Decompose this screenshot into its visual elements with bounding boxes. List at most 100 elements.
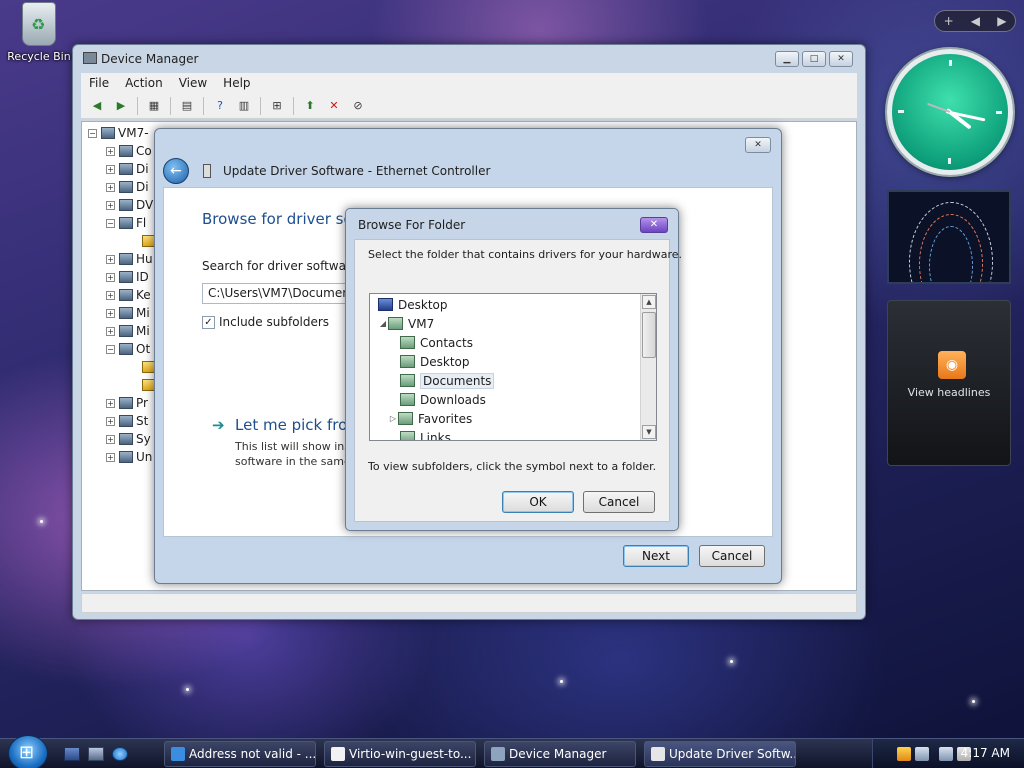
cancel-button[interactable]: Cancel: [583, 491, 655, 513]
menu-view[interactable]: View: [171, 76, 215, 90]
system-clock[interactable]: 4:17 AM: [961, 746, 1010, 760]
feed-label[interactable]: View headlines: [888, 386, 1010, 399]
sidebar-controls: + ◀ ▶: [934, 10, 1016, 32]
recycle-bin[interactable]: Recycle Bin: [6, 2, 72, 63]
feed-headlines-gadget[interactable]: ◉ View headlines: [887, 300, 1011, 466]
forward-arrow-icon[interactable]: ▶: [112, 98, 130, 114]
tree-item-documents[interactable]: Documents: [400, 371, 495, 390]
menu-help[interactable]: Help: [215, 76, 258, 90]
start-button[interactable]: [8, 735, 48, 768]
wizard-heading: Browse for driver sof: [202, 210, 358, 228]
tree-item-desktop[interactable]: Desktop: [378, 295, 448, 314]
tree-node-label: Fl: [136, 216, 147, 230]
tree-node[interactable]: + DV: [106, 196, 153, 214]
clock-gadget[interactable]: [887, 49, 1013, 175]
scroll-down-icon[interactable]: ▼: [642, 425, 656, 439]
expand-icon[interactable]: +: [106, 200, 115, 210]
network-icon[interactable]: [939, 747, 953, 761]
close-button[interactable]: ✕: [829, 51, 853, 67]
slideshow-gadget[interactable]: [887, 190, 1011, 284]
tree-node[interactable]: + Sy: [106, 430, 151, 448]
expand-icon[interactable]: +: [106, 434, 115, 444]
expand-icon[interactable]: +: [106, 290, 115, 300]
tree-node[interactable]: − Fl: [106, 214, 146, 232]
update-driver-icon[interactable]: ⬆: [301, 98, 319, 114]
tree-node[interactable]: + Pr: [106, 394, 148, 412]
tree-node-label: DV: [136, 198, 154, 212]
menu-file[interactable]: File: [81, 76, 117, 90]
titlebar[interactable]: Device Manager ▁ □ ✕: [73, 45, 865, 73]
show-hide-tree-icon[interactable]: ▦: [145, 98, 163, 114]
back-arrow-icon[interactable]: ◀: [88, 98, 106, 114]
scroll-up-icon[interactable]: ▲: [642, 295, 656, 309]
tree-node[interactable]: + Un: [106, 448, 152, 466]
expand-icon[interactable]: +: [106, 254, 115, 264]
tree-node-label: Di: [136, 180, 149, 194]
toolbar-separator: [203, 96, 204, 115]
pick-from-list-link[interactable]: Let me pick from: [235, 416, 362, 434]
previous-icon[interactable]: ◀: [971, 14, 980, 28]
tree-node[interactable]: + Ke: [106, 286, 151, 304]
collapsed-arrow-icon[interactable]: ▷: [388, 414, 398, 423]
include-subfolders-checkbox[interactable]: ✓ Include subfolders: [202, 315, 329, 329]
tree-item-links[interactable]: Links: [400, 428, 451, 440]
properties-icon[interactable]: ▤: [178, 98, 196, 114]
back-button[interactable]: ←: [163, 158, 189, 184]
expand-icon[interactable]: +: [106, 164, 115, 174]
tree-node[interactable]: + Di: [106, 160, 149, 178]
tree-node[interactable]: + Co: [106, 142, 152, 160]
close-button[interactable]: ✕: [745, 137, 771, 153]
switch-windows-icon[interactable]: [88, 747, 104, 761]
scroll-thumb[interactable]: [642, 312, 656, 358]
expand-icon[interactable]: +: [106, 308, 115, 318]
internet-explorer-icon[interactable]: [112, 747, 128, 761]
vertical-scrollbar[interactable]: ▲ ▼: [640, 294, 656, 440]
driver-icon: [651, 747, 665, 761]
view-icon[interactable]: ▥: [235, 98, 253, 114]
tree-node[interactable]: + Mi: [106, 304, 150, 322]
next-button[interactable]: Next: [623, 545, 689, 567]
taskbar-item[interactable]: Address not valid - ...: [164, 741, 316, 767]
collapse-icon[interactable]: −: [106, 344, 115, 354]
tree-node[interactable]: + ID: [106, 268, 149, 286]
collapse-icon[interactable]: −: [88, 128, 97, 138]
scan-hardware-icon[interactable]: ⊞: [268, 98, 286, 114]
tree-item-desktop-folder[interactable]: Desktop: [400, 352, 470, 371]
expand-icon[interactable]: +: [106, 398, 115, 408]
tree-root[interactable]: − VM7-: [88, 124, 149, 142]
uninstall-icon[interactable]: ✕: [325, 98, 343, 114]
disable-icon[interactable]: ⊘: [349, 98, 367, 114]
tree-item-vm7[interactable]: ◢ VM7: [378, 314, 434, 333]
expand-icon[interactable]: +: [106, 452, 115, 462]
expand-icon[interactable]: +: [106, 416, 115, 426]
taskbar-item[interactable]: Virtio-win-guest-to...: [324, 741, 476, 767]
help-icon[interactable]: ?: [211, 98, 229, 114]
cancel-button[interactable]: Cancel: [699, 545, 765, 567]
taskbar-item-active[interactable]: Update Driver Softw...: [644, 741, 796, 767]
add-gadget-icon[interactable]: +: [944, 14, 954, 28]
tree-node[interactable]: + St: [106, 412, 148, 430]
tree-item-downloads[interactable]: Downloads: [400, 390, 486, 409]
tree-node[interactable]: − Ot: [106, 340, 150, 358]
ok-button[interactable]: OK: [502, 491, 574, 513]
tree-item-contacts[interactable]: Contacts: [400, 333, 473, 352]
tree-node[interactable]: + Di: [106, 178, 149, 196]
maximize-button[interactable]: □: [802, 51, 826, 67]
expanded-arrow-icon[interactable]: ◢: [378, 319, 388, 328]
close-button[interactable]: ✕: [640, 217, 668, 233]
minimize-button[interactable]: ▁: [775, 51, 799, 67]
next-icon[interactable]: ▶: [997, 14, 1006, 28]
menu-action[interactable]: Action: [117, 76, 171, 90]
collapse-icon[interactable]: −: [106, 218, 115, 228]
tree-node[interactable]: + Mi: [106, 322, 150, 340]
security-shield-icon[interactable]: [897, 747, 911, 761]
show-desktop-icon[interactable]: [64, 747, 80, 761]
expand-icon[interactable]: +: [106, 272, 115, 282]
expand-icon[interactable]: +: [106, 326, 115, 336]
expand-icon[interactable]: +: [106, 146, 115, 156]
action-center-icon[interactable]: [915, 747, 929, 761]
tree-item-favorites[interactable]: ▷ Favorites: [388, 409, 472, 428]
taskbar-item[interactable]: Device Manager: [484, 741, 636, 767]
expand-icon[interactable]: +: [106, 182, 115, 192]
tree-node[interactable]: + Hu: [106, 250, 153, 268]
